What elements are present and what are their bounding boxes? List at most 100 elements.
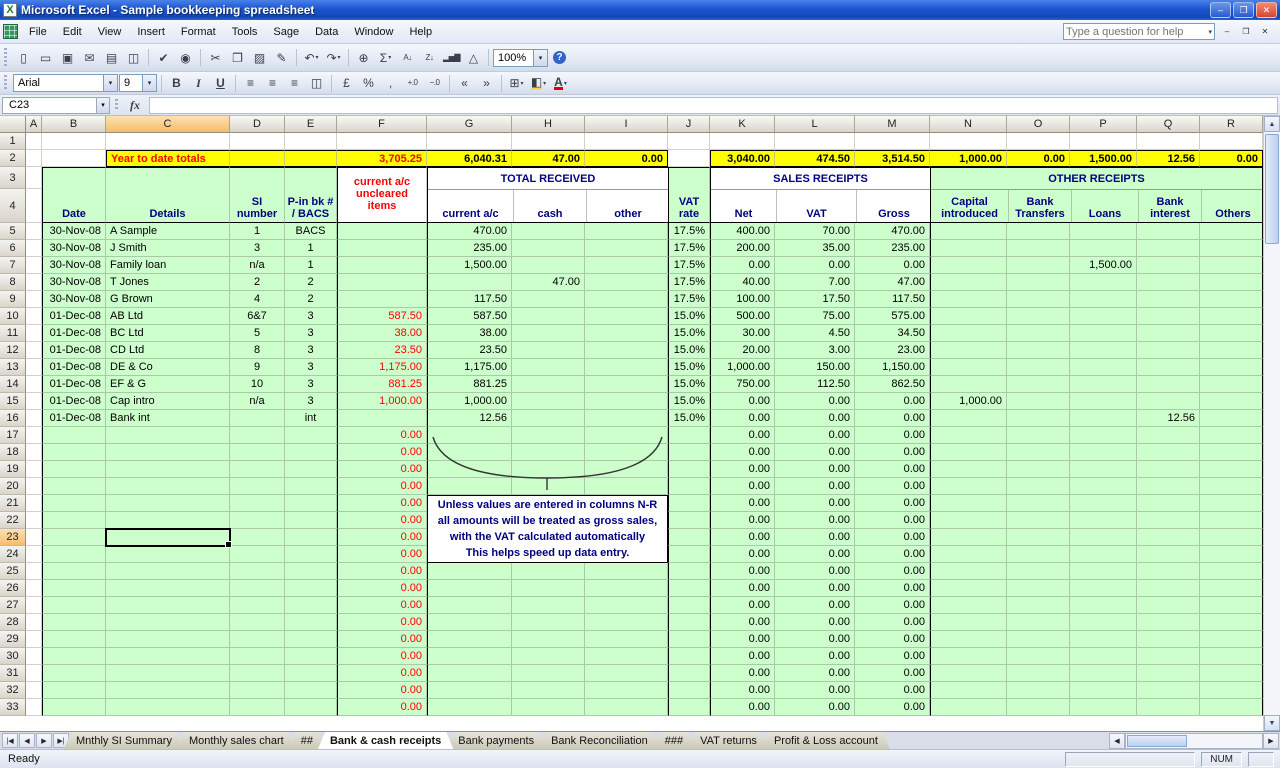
cell-F32[interactable]: 0.00	[337, 682, 427, 699]
cell-P30[interactable]	[1070, 648, 1137, 665]
cell-R14[interactable]	[1200, 376, 1263, 393]
cell-D20[interactable]	[230, 478, 285, 495]
cell-O22[interactable]	[1007, 512, 1070, 529]
cell-F33[interactable]: 0.00	[337, 699, 427, 716]
cell-A24[interactable]	[26, 546, 42, 563]
cell-F17[interactable]: 0.00	[337, 427, 427, 444]
cell-F5[interactable]	[337, 223, 427, 240]
cell-O19[interactable]	[1007, 461, 1070, 478]
toolbar-drag-handle[interactable]	[4, 75, 7, 90]
cell-Q21[interactable]	[1137, 495, 1200, 512]
cell-P5[interactable]	[1070, 223, 1137, 240]
cell-N11[interactable]	[930, 325, 1007, 342]
cell-P14[interactable]	[1070, 376, 1137, 393]
cell-B11[interactable]: 01-Dec-08	[42, 325, 106, 342]
increase-indent-button[interactable]: »	[476, 74, 497, 93]
cell-O6[interactable]	[1007, 240, 1070, 257]
cell-R19[interactable]	[1200, 461, 1263, 478]
cell-L2[interactable]: 474.50	[775, 150, 855, 167]
open-button[interactable]: ▭	[35, 48, 56, 67]
cell-Q1[interactable]	[1137, 133, 1200, 150]
cell-L23[interactable]: 0.00	[775, 529, 855, 546]
cell-N16[interactable]	[930, 410, 1007, 427]
cell-O7[interactable]	[1007, 257, 1070, 274]
cell-N15[interactable]: 1,000.00	[930, 393, 1007, 410]
chevron-down-icon[interactable]: ▾	[103, 75, 117, 91]
cell-E6[interactable]: 1	[285, 240, 337, 257]
cell-G30[interactable]	[427, 648, 512, 665]
select-all-corner[interactable]	[0, 116, 26, 133]
underline-button[interactable]: U	[210, 74, 231, 93]
cell-G9[interactable]: 117.50	[427, 291, 512, 308]
cell-O8[interactable]	[1007, 274, 1070, 291]
cell-J23[interactable]	[668, 529, 710, 546]
cell-N13[interactable]	[930, 359, 1007, 376]
cell-Q9[interactable]	[1137, 291, 1200, 308]
cell-J7[interactable]: 17.5%	[668, 257, 710, 274]
cell-L33[interactable]: 0.00	[775, 699, 855, 716]
cell-J10[interactable]: 15.0%	[668, 308, 710, 325]
row-header-2[interactable]: 2	[0, 150, 26, 167]
row-header-15[interactable]: 15	[0, 393, 26, 410]
cell-P13[interactable]	[1070, 359, 1137, 376]
cell-F23[interactable]: 0.00	[337, 529, 427, 546]
cell-R31[interactable]	[1200, 665, 1263, 682]
email-button[interactable]: ✉	[79, 48, 100, 67]
cell-L29[interactable]: 0.00	[775, 631, 855, 648]
cell-A29[interactable]	[26, 631, 42, 648]
cell-R33[interactable]	[1200, 699, 1263, 716]
cell-H15[interactable]	[512, 393, 585, 410]
cell-G28[interactable]	[427, 614, 512, 631]
cell-C18[interactable]	[106, 444, 230, 461]
cell-M26[interactable]: 0.00	[855, 580, 930, 597]
cell-N14[interactable]	[930, 376, 1007, 393]
cell-Q17[interactable]	[1137, 427, 1200, 444]
cell-I28[interactable]	[585, 614, 668, 631]
tab-scroll-prev-button[interactable]: ◀	[19, 733, 35, 748]
cell-O9[interactable]	[1007, 291, 1070, 308]
row-header-9[interactable]: 9	[0, 291, 26, 308]
cell-K29[interactable]: 0.00	[710, 631, 775, 648]
decrease-decimal-button[interactable]: −.0	[424, 74, 445, 93]
cell-J5[interactable]: 17.5%	[668, 223, 710, 240]
cell-I10[interactable]	[585, 308, 668, 325]
cell-H1[interactable]	[512, 133, 585, 150]
align-center-button[interactable]: ≡	[262, 74, 283, 93]
cell-K11[interactable]: 30.00	[710, 325, 775, 342]
insert-function-button[interactable]: fx	[123, 97, 147, 114]
cell-M30[interactable]: 0.00	[855, 648, 930, 665]
cell-K23[interactable]: 0.00	[710, 529, 775, 546]
cell-Q26[interactable]	[1137, 580, 1200, 597]
cell-C24[interactable]	[106, 546, 230, 563]
cell-E8[interactable]: 2	[285, 274, 337, 291]
cell-M15[interactable]: 0.00	[855, 393, 930, 410]
cell-G6[interactable]: 235.00	[427, 240, 512, 257]
cell-A21[interactable]	[26, 495, 42, 512]
cell-J31[interactable]	[668, 665, 710, 682]
cell-H30[interactable]	[512, 648, 585, 665]
cell-R17[interactable]	[1200, 427, 1263, 444]
cell-A31[interactable]	[26, 665, 42, 682]
cell-L20[interactable]: 0.00	[775, 478, 855, 495]
cell-Q12[interactable]	[1137, 342, 1200, 359]
sheet-tab-monthly-sales-chart[interactable]: Monthly sales chart	[177, 732, 296, 749]
cell-P27[interactable]	[1070, 597, 1137, 614]
cell-R24[interactable]	[1200, 546, 1263, 563]
cell-A13[interactable]	[26, 359, 42, 376]
cell-K2[interactable]: 3,040.00	[710, 150, 775, 167]
cell-B18[interactable]	[42, 444, 106, 461]
cell-I27[interactable]	[585, 597, 668, 614]
cell-J2[interactable]	[668, 150, 710, 167]
cell-B22[interactable]	[42, 512, 106, 529]
cell-N17[interactable]	[930, 427, 1007, 444]
column-header-Q[interactable]: Q	[1137, 116, 1200, 133]
scroll-down-button[interactable]: ▼	[1264, 715, 1280, 731]
cell-A12[interactable]	[26, 342, 42, 359]
cell-M9[interactable]: 117.50	[855, 291, 930, 308]
header-L[interactable]: VAT	[776, 190, 856, 222]
formula-input[interactable]	[149, 97, 1278, 114]
cell-M14[interactable]: 862.50	[855, 376, 930, 393]
column-header-K[interactable]: K	[710, 116, 775, 133]
cell-C13[interactable]: DE & Co	[106, 359, 230, 376]
close-button[interactable]: ✕	[1256, 2, 1277, 18]
